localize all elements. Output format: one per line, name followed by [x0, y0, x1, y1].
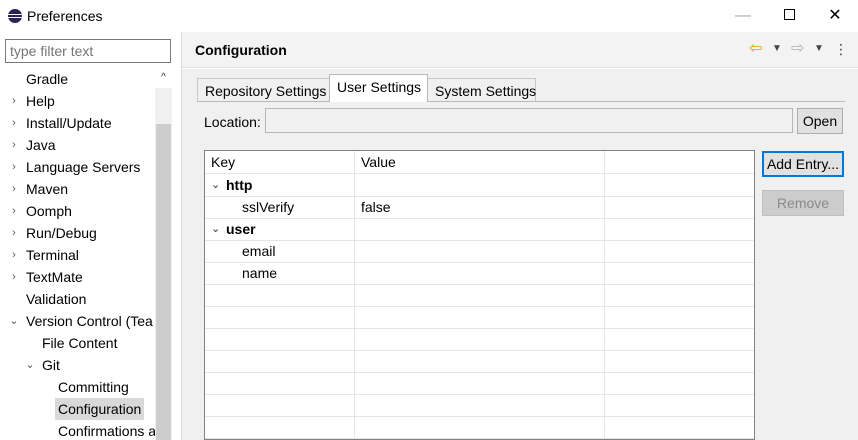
chevron-down-icon[interactable]: ⌄ [24, 354, 36, 376]
tree-item-label: Java [26, 137, 56, 153]
entry-key: sslVerify [242, 199, 295, 215]
tree-item-label: File Content [42, 335, 118, 351]
entry-key: name [242, 265, 278, 281]
config-table[interactable]: Key Value ⌄ http sslVerify false ⌄ user email n… [204, 150, 755, 440]
table-row[interactable] [205, 351, 754, 373]
tree-item-label: Git [42, 357, 60, 373]
table-row[interactable] [205, 329, 754, 351]
tree-item-label: Help [26, 93, 55, 109]
remove-button[interactable]: Remove [762, 190, 844, 216]
tree-item[interactable]: › Oomph [0, 200, 155, 222]
tree-scrollbar[interactable]: ^ [155, 68, 172, 440]
tree-item-label: Validation [26, 291, 87, 307]
tree-item[interactable]: File Content [0, 332, 155, 354]
add-entry-button[interactable]: Add Entry... [762, 151, 844, 177]
tree-item-label: Language Servers [26, 159, 141, 175]
tree-item-label: Run/Debug [26, 225, 97, 241]
tree-item[interactable]: Committing [0, 376, 155, 398]
table-row[interactable] [205, 373, 754, 395]
tab-separator [197, 101, 845, 102]
tab-repository-settings[interactable]: Repository Settings [197, 78, 330, 102]
tree-item[interactable]: › Maven [0, 178, 155, 200]
tab-user-settings[interactable]: User Settings [329, 74, 428, 102]
forward-dropdown-icon[interactable]: ▼ [814, 40, 824, 58]
chevron-down-icon[interactable]: ⌄ [8, 310, 20, 332]
tree-item-label: Configuration [55, 398, 145, 420]
chevron-right-icon[interactable]: › [8, 90, 20, 112]
table-row[interactable] [205, 417, 754, 439]
close-button[interactable]: ✕ [812, 0, 858, 32]
back-dropdown-icon[interactable]: ▼ [772, 40, 782, 58]
chevron-right-icon[interactable]: › [8, 112, 20, 134]
tree-item[interactable]: › Language Servers [0, 156, 155, 178]
table-row[interactable]: name [205, 263, 754, 285]
tree-item-label: Committing [58, 379, 129, 395]
maximize-icon [783, 8, 795, 20]
tree-item[interactable]: Validation [0, 288, 155, 310]
table-row[interactable] [205, 307, 754, 329]
table-row[interactable]: email [205, 241, 754, 263]
tree-item-label: Version Control (Tea [26, 313, 153, 329]
tree-item-label: Maven [26, 181, 69, 197]
filter-input[interactable] [5, 39, 171, 63]
scrollbar-thumb[interactable] [156, 124, 171, 440]
tree-item[interactable]: › Help [0, 90, 155, 112]
chevron-right-icon[interactable]: › [8, 134, 20, 156]
window-title: Preferences [27, 8, 103, 24]
eclipse-icon [8, 9, 22, 23]
page-header: Configuration ⇦ ▼ ⇨ ▼ ⋮ [182, 32, 858, 68]
location-label: Location: [204, 114, 261, 130]
chevron-right-icon[interactable]: › [8, 178, 20, 200]
table-header: Key Value [205, 151, 754, 174]
entry-key: email [242, 243, 276, 259]
tree-item[interactable]: Confirmations a [0, 420, 157, 440]
table-row[interactable]: sslVerify false [205, 197, 754, 219]
chevron-right-icon[interactable]: › [8, 222, 20, 244]
chevron-right-icon[interactable]: › [8, 156, 20, 178]
tree-item[interactable]: › Install/Update [0, 112, 155, 134]
chevron-down-icon[interactable]: ⌄ [211, 175, 220, 196]
tree-item[interactable]: › Java [0, 134, 155, 156]
title-bar: Preferences — ✕ [0, 0, 858, 32]
tree-item[interactable]: Gradle [0, 68, 155, 90]
tree-item-label: Confirmations a [58, 423, 157, 439]
preferences-tree[interactable]: Gradle › Help › Install/Update › Java › Language… [0, 68, 172, 440]
tree-item-label: Install/Update [26, 115, 112, 131]
table-row[interactable]: ⌄ user [205, 219, 754, 241]
column-header-value[interactable]: Value [361, 151, 396, 174]
tree-item[interactable]: ⌄ Git [0, 354, 155, 376]
table-row[interactable] [205, 285, 754, 307]
configuration-page: Repository Settings User Settings System… [182, 69, 858, 440]
tree-item[interactable]: ⌄ Version Control (Tea [0, 310, 155, 332]
open-button[interactable]: Open [797, 108, 843, 134]
tab-system-settings[interactable]: System Settings [427, 78, 536, 102]
tree-item[interactable]: Configuration [0, 398, 155, 420]
location-field[interactable] [265, 108, 793, 133]
page-title: Configuration [195, 42, 287, 58]
table-row[interactable]: ⌄ http [205, 175, 754, 197]
forward-arrow-icon[interactable]: ⇨ [791, 40, 804, 58]
table-row[interactable] [205, 395, 754, 417]
view-menu-icon[interactable]: ⋮ [834, 40, 848, 58]
minimize-button[interactable]: — [720, 0, 766, 32]
tree-item-label: Terminal [26, 247, 79, 263]
chevron-right-icon[interactable]: › [8, 266, 20, 288]
chevron-right-icon[interactable]: › [8, 200, 20, 222]
tree-item-label: Oomph [26, 203, 72, 219]
tree-item-label: Gradle [26, 71, 69, 87]
entry-value[interactable]: false [361, 197, 391, 218]
group-key: http [226, 177, 253, 193]
column-header-key[interactable]: Key [211, 151, 235, 174]
maximize-button[interactable] [766, 0, 812, 32]
chevron-right-icon[interactable]: › [8, 244, 20, 266]
tree-item[interactable]: › TextMate [0, 266, 155, 288]
tree-item-label: TextMate [26, 269, 83, 285]
back-arrow-icon[interactable]: ⇦ [749, 40, 762, 58]
tree-item[interactable]: › Terminal [0, 244, 155, 266]
tree-item[interactable]: › Run/Debug [0, 222, 155, 244]
scroll-up-icon[interactable]: ^ [155, 68, 172, 88]
chevron-down-icon[interactable]: ⌄ [211, 219, 220, 240]
group-key: user [226, 221, 256, 237]
